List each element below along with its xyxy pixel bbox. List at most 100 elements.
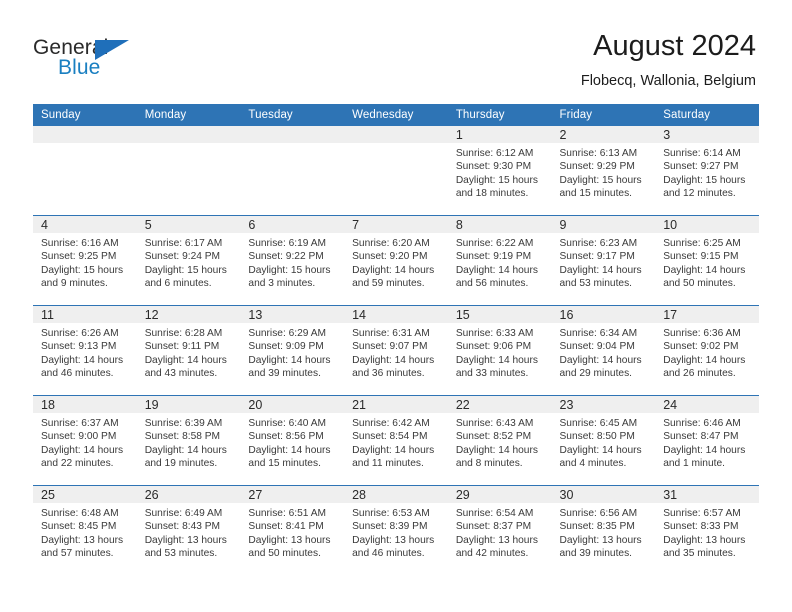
daylight-text: Daylight: 13 hours and 50 minutes. (248, 534, 331, 559)
sunset-text: Sunset: 9:13 PM (41, 341, 117, 353)
calendar-day-cell[interactable]: 12 Sunrise: 6:28 AM Sunset: 9:11 PM Dayligh… (136, 305, 241, 396)
sunrise-text: Sunrise: 6:28 AM (144, 328, 223, 339)
weekday-header-wednesday: Wednesday (344, 104, 448, 126)
day-cell-inner (344, 126, 448, 215)
calendar-day-cell[interactable]: 11 Sunrise: 6:26 AM Sunset: 9:13 PM Dayligh… (33, 305, 137, 396)
sunset-text: Sunset: 9:19 PM (455, 251, 532, 263)
day-cell-inner (33, 126, 137, 215)
day-cell-details: Sunrise: 6:51 AM Sunset: 8:41 PM Daylight:… (240, 503, 344, 560)
calendar-day-cell[interactable]: 6 Sunrise: 6:19 AM Sunset: 9:22 PM Daylight… (240, 215, 345, 306)
daylight-text: Daylight: 15 hours and 3 minutes. (248, 264, 331, 289)
sunset-text: Sunset: 9:17 PM (559, 251, 635, 263)
day-cell-details: Sunrise: 6:20 AM Sunset: 9:20 PM Daylight:… (344, 233, 448, 290)
sunrise-text: Sunrise: 6:54 AM (455, 508, 534, 519)
daylight-text: Daylight: 14 hours and 29 minutes. (559, 354, 642, 379)
day-number: 5 (136, 216, 241, 233)
day-cell-inner: 11 Sunrise: 6:26 AM Sunset: 9:13 PM Dayligh… (33, 306, 137, 395)
sunset-text: Sunset: 9:02 PM (663, 341, 739, 353)
calendar-day-cell[interactable]: 3 Sunrise: 6:14 AM Sunset: 9:27 PM Daylight… (655, 126, 759, 216)
sunrise-text: Sunrise: 6:56 AM (559, 508, 638, 519)
calendar-day-cell[interactable]: 10 Sunrise: 6:25 AM Sunset: 9:15 PM Dayligh… (655, 215, 759, 306)
calendar-day-cell[interactable]: 25 Sunrise: 6:48 AM Sunset: 8:45 PM Dayligh… (33, 485, 137, 575)
day-number (33, 126, 137, 143)
calendar-day-cell[interactable]: 30 Sunrise: 6:56 AM Sunset: 8:35 PM Dayligh… (551, 485, 656, 575)
calendar-day-cell[interactable]: 24 Sunrise: 6:46 AM Sunset: 8:47 PM Dayligh… (655, 395, 759, 486)
daylight-text: Daylight: 14 hours and 50 minutes. (663, 264, 746, 289)
sunset-text: Sunset: 9:20 PM (352, 251, 428, 263)
sunrise-text: Sunrise: 6:26 AM (41, 328, 119, 339)
daylight-text: Daylight: 14 hours and 33 minutes. (455, 354, 538, 379)
day-number: 23 (551, 396, 656, 413)
calendar-day-cell[interactable]: 1 Sunrise: 6:12 AM Sunset: 9:30 PM Daylight… (447, 126, 552, 216)
day-cell-details: Sunrise: 6:31 AM Sunset: 9:07 PM Daylight:… (344, 323, 448, 380)
calendar-day-cell[interactable]: 26 Sunrise: 6:49 AM Sunset: 8:43 PM Dayligh… (136, 485, 241, 575)
day-number: 20 (240, 396, 345, 413)
day-cell-inner: 2 Sunrise: 6:13 AM Sunset: 9:29 PM Daylight… (551, 126, 656, 215)
calendar-week-row: 11 Sunrise: 6:26 AM Sunset: 9:13 PM Dayligh… (33, 305, 759, 396)
calendar-day-cell[interactable]: 28 Sunrise: 6:53 AM Sunset: 8:39 PM Dayligh… (344, 485, 448, 575)
sunset-text: Sunset: 8:47 PM (663, 431, 739, 443)
day-cell-inner: 5 Sunrise: 6:17 AM Sunset: 9:24 PM Daylight… (136, 216, 241, 305)
day-cell-inner: 8 Sunrise: 6:22 AM Sunset: 9:19 PM Daylight… (447, 216, 552, 305)
calendar-day-cell[interactable]: 20 Sunrise: 6:40 AM Sunset: 8:56 PM Dayligh… (240, 395, 345, 486)
sunset-text: Sunset: 8:54 PM (352, 431, 428, 443)
daylight-text: Daylight: 15 hours and 18 minutes. (455, 174, 538, 199)
day-number: 12 (136, 306, 241, 323)
day-number: 24 (655, 396, 759, 413)
calendar-day-cell[interactable]: 29 Sunrise: 6:54 AM Sunset: 8:37 PM Dayligh… (447, 485, 552, 575)
calendar-day-cell[interactable]: 23 Sunrise: 6:45 AM Sunset: 8:50 PM Dayligh… (551, 395, 656, 486)
calendar-day-cell[interactable]: 21 Sunrise: 6:42 AM Sunset: 8:54 PM Dayligh… (344, 395, 448, 486)
day-cell-details: Sunrise: 6:53 AM Sunset: 8:39 PM Daylight:… (344, 503, 448, 560)
sunset-text: Sunset: 9:00 PM (41, 431, 117, 443)
weekday-header-monday: Monday (136, 104, 241, 126)
daylight-text: Daylight: 14 hours and 11 minutes. (352, 444, 435, 469)
calendar-day-cell[interactable]: 2 Sunrise: 6:13 AM Sunset: 9:29 PM Daylight… (551, 126, 656, 216)
calendar-day-cell[interactable]: 9 Sunrise: 6:23 AM Sunset: 9:17 PM Daylight… (551, 215, 656, 306)
calendar-day-cell[interactable]: 13 Sunrise: 6:29 AM Sunset: 9:09 PM Dayligh… (240, 305, 345, 396)
sunrise-text: Sunrise: 6:23 AM (559, 238, 638, 249)
calendar-day-cell[interactable]: 18 Sunrise: 6:37 AM Sunset: 9:00 PM Dayligh… (33, 395, 137, 486)
calendar-day-cell[interactable]: 5 Sunrise: 6:17 AM Sunset: 9:24 PM Daylight… (136, 215, 241, 306)
calendar-day-cell[interactable]: 17 Sunrise: 6:36 AM Sunset: 9:02 PM Dayligh… (655, 305, 759, 396)
daylight-text: Daylight: 14 hours and 36 minutes. (352, 354, 435, 379)
sunrise-text: Sunrise: 6:19 AM (248, 238, 326, 249)
sunrise-text: Sunrise: 6:46 AM (663, 418, 741, 429)
calendar-day-cell[interactable]: 31 Sunrise: 6:57 AM Sunset: 8:33 PM Dayligh… (655, 485, 759, 575)
sunrise-text: Sunrise: 6:31 AM (352, 328, 430, 339)
day-number: 11 (33, 306, 137, 323)
sunrise-text: Sunrise: 6:22 AM (455, 238, 534, 249)
day-cell-details: Sunrise: 6:29 AM Sunset: 9:09 PM Daylight:… (240, 323, 344, 380)
calendar-day-cell[interactable]: 15 Sunrise: 6:33 AM Sunset: 9:06 PM Dayligh… (447, 305, 552, 396)
calendar-day-cell[interactable]: 19 Sunrise: 6:39 AM Sunset: 8:58 PM Dayligh… (136, 395, 241, 486)
calendar-day-cell[interactable]: 27 Sunrise: 6:51 AM Sunset: 8:41 PM Dayligh… (240, 485, 345, 575)
calendar-day-cell[interactable]: 14 Sunrise: 6:31 AM Sunset: 9:07 PM Dayligh… (344, 305, 448, 396)
calendar-day-cell[interactable]: 8 Sunrise: 6:22 AM Sunset: 9:19 PM Daylight… (447, 215, 552, 306)
daylight-text: Daylight: 13 hours and 57 minutes. (41, 534, 124, 559)
daylight-text: Daylight: 13 hours and 46 minutes. (352, 534, 435, 559)
calendar-day-cell[interactable]: 7 Sunrise: 6:20 AM Sunset: 9:20 PM Daylight… (344, 215, 448, 306)
daylight-text: Daylight: 14 hours and 8 minutes. (455, 444, 538, 469)
day-cell-inner: 3 Sunrise: 6:14 AM Sunset: 9:27 PM Daylight… (655, 126, 759, 215)
sunrise-text: Sunrise: 6:48 AM (41, 508, 119, 519)
sunrise-text: Sunrise: 6:17 AM (144, 238, 223, 249)
day-number (136, 126, 241, 143)
sunset-text: Sunset: 9:27 PM (663, 161, 739, 173)
day-number: 17 (655, 306, 759, 323)
day-number: 10 (655, 216, 759, 233)
day-cell-inner: 23 Sunrise: 6:45 AM Sunset: 8:50 PM Dayligh… (551, 396, 656, 485)
daylight-text: Daylight: 14 hours and 43 minutes. (144, 354, 227, 379)
brand-logo[interactable]: General Blue (33, 36, 183, 86)
calendar-day-cell[interactable]: 4 Sunrise: 6:16 AM Sunset: 9:25 PM Daylight… (33, 215, 137, 306)
sunrise-text: Sunrise: 6:51 AM (248, 508, 326, 519)
day-cell-details: Sunrise: 6:42 AM Sunset: 8:54 PM Daylight:… (344, 413, 448, 470)
day-cell-inner (240, 126, 345, 215)
day-cell-details: Sunrise: 6:33 AM Sunset: 9:06 PM Daylight:… (448, 323, 552, 380)
calendar-day-cell[interactable]: 22 Sunrise: 6:43 AM Sunset: 8:52 PM Dayligh… (447, 395, 552, 486)
daylight-text: Daylight: 13 hours and 39 minutes. (559, 534, 642, 559)
day-cell-details: Sunrise: 6:28 AM Sunset: 9:11 PM Daylight:… (137, 323, 241, 380)
day-cell-inner: 27 Sunrise: 6:51 AM Sunset: 8:41 PM Dayligh… (240, 486, 345, 575)
weekday-header-saturday: Saturday (655, 104, 759, 126)
calendar-day-cell[interactable]: 16 Sunrise: 6:34 AM Sunset: 9:04 PM Dayligh… (551, 305, 656, 396)
daylight-text: Daylight: 15 hours and 15 minutes. (559, 174, 642, 199)
sunset-text: Sunset: 9:29 PM (559, 161, 635, 173)
